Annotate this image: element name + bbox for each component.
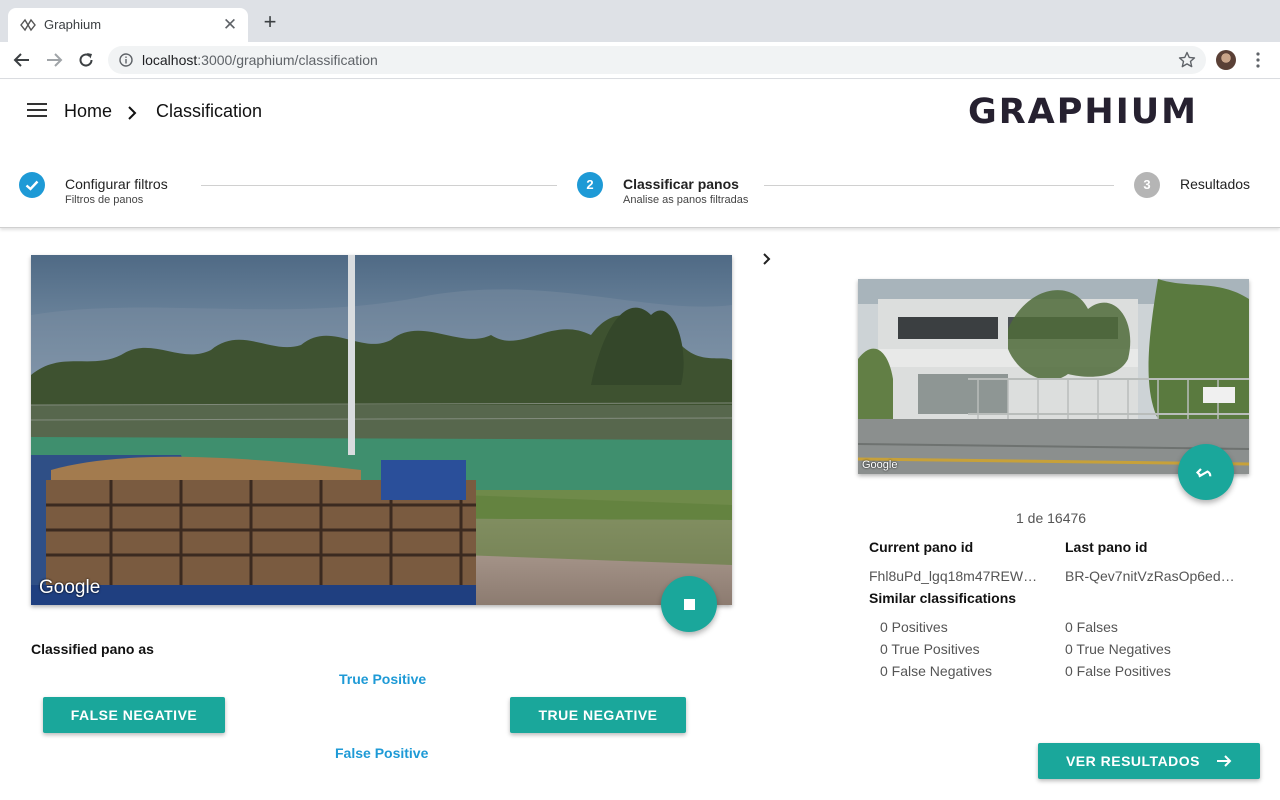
stat-false-negatives: 0 False Negatives: [880, 663, 993, 679]
step-title: Resultados: [1180, 176, 1251, 192]
close-tab-icon[interactable]: ✕: [220, 15, 240, 35]
google-watermark: Google: [862, 459, 898, 471]
true-negative-button[interactable]: TRUE NEGATIVE: [510, 697, 686, 733]
stat-falses: 0 Falses: [1065, 619, 1118, 635]
new-tab-icon[interactable]: +: [258, 11, 282, 35]
false-positive-button[interactable]: False Positive: [335, 745, 428, 761]
app-header: Home Classification GRAPHIUM Configurar …: [0, 80, 1280, 228]
main-panorama-image[interactable]: Google: [31, 255, 732, 605]
similar-classifications-label: Similar classifications: [869, 590, 1017, 606]
false-negative-button[interactable]: FALSE NEGATIVE: [43, 697, 225, 733]
last-pano-id-value: BR-Qev7nitVzRasOp6ed…: [1065, 568, 1235, 584]
step-title: Configurar filtros: [65, 176, 168, 192]
reload-icon[interactable]: [74, 48, 98, 72]
forward-icon[interactable]: [42, 48, 66, 72]
address-bar[interactable]: localhost:3000/graphium/classification: [108, 46, 1206, 74]
stat-false-positives: 0 False Positives: [1065, 663, 1171, 679]
info-icon[interactable]: [119, 53, 133, 67]
chevron-right-icon: [125, 101, 139, 127]
step-connector: [764, 185, 1114, 186]
current-pano-id-label: Current pano id: [869, 539, 974, 555]
graphium-favicon-icon: [20, 18, 36, 32]
url-path: :3000/graphium/classification: [197, 52, 378, 68]
current-pano-id-value: Fhl8uPd_lgq18m47REW…: [869, 568, 1038, 584]
undo-icon: [1195, 468, 1212, 478]
step-subtitle: Analise as panos filtradas: [623, 194, 749, 206]
stat-true-negatives: 0 True Negatives: [1065, 641, 1171, 657]
true-positive-button[interactable]: True Positive: [339, 671, 426, 687]
checkmark-icon: [19, 172, 45, 198]
browser-toolbar: localhost:3000/graphium/classification: [0, 42, 1280, 79]
browser-tabstrip: Graphium ✕ +: [0, 0, 1280, 42]
step-connector: [201, 185, 557, 186]
arrow-right-icon: [1217, 755, 1232, 767]
undo-button[interactable]: [1178, 444, 1234, 500]
graphium-logo: GRAPHIUM: [968, 92, 1198, 132]
browser-tab[interactable]: Graphium ✕: [8, 8, 248, 42]
stat-positives: 0 Positives: [880, 619, 948, 635]
last-street-view-scene: [858, 279, 1249, 474]
profile-avatar[interactable]: [1216, 50, 1236, 70]
last-panorama-image[interactable]: Google: [858, 279, 1249, 474]
step-title: Classificar panos: [623, 176, 739, 192]
chevron-right-icon[interactable]: [758, 250, 776, 268]
ver-resultados-button[interactable]: VER RESULTADOS: [1038, 743, 1260, 779]
url-text: localhost:3000/graphium/classification: [142, 52, 378, 68]
ver-resultados-label: VER RESULTADOS: [1065, 753, 1201, 769]
street-view-scene: [31, 255, 732, 605]
url-host: localhost: [142, 52, 198, 68]
stop-icon: [683, 598, 695, 610]
step-subtitle: Filtros de panos: [65, 194, 144, 206]
classified-pano-label: Classified pano as: [31, 641, 154, 657]
breadcrumb-current: Classification: [156, 101, 263, 121]
pano-counter: 1 de 16476: [1016, 510, 1087, 526]
back-icon[interactable]: [10, 48, 34, 72]
stop-button[interactable]: [661, 576, 717, 632]
step-number: 3: [1134, 172, 1160, 198]
browser-menu-icon[interactable]: [1250, 50, 1266, 70]
last-pano-id-label: Last pano id: [1065, 539, 1148, 555]
step-number: 2: [577, 172, 603, 198]
bookmark-star-icon[interactable]: [1178, 51, 1196, 69]
tab-title: Graphium: [44, 17, 102, 32]
breadcrumb-home[interactable]: Home: [64, 101, 112, 122]
google-watermark: Google: [39, 577, 101, 598]
stat-true-positives: 0 True Positives: [880, 641, 980, 657]
hamburger-menu-icon[interactable]: [27, 103, 47, 119]
